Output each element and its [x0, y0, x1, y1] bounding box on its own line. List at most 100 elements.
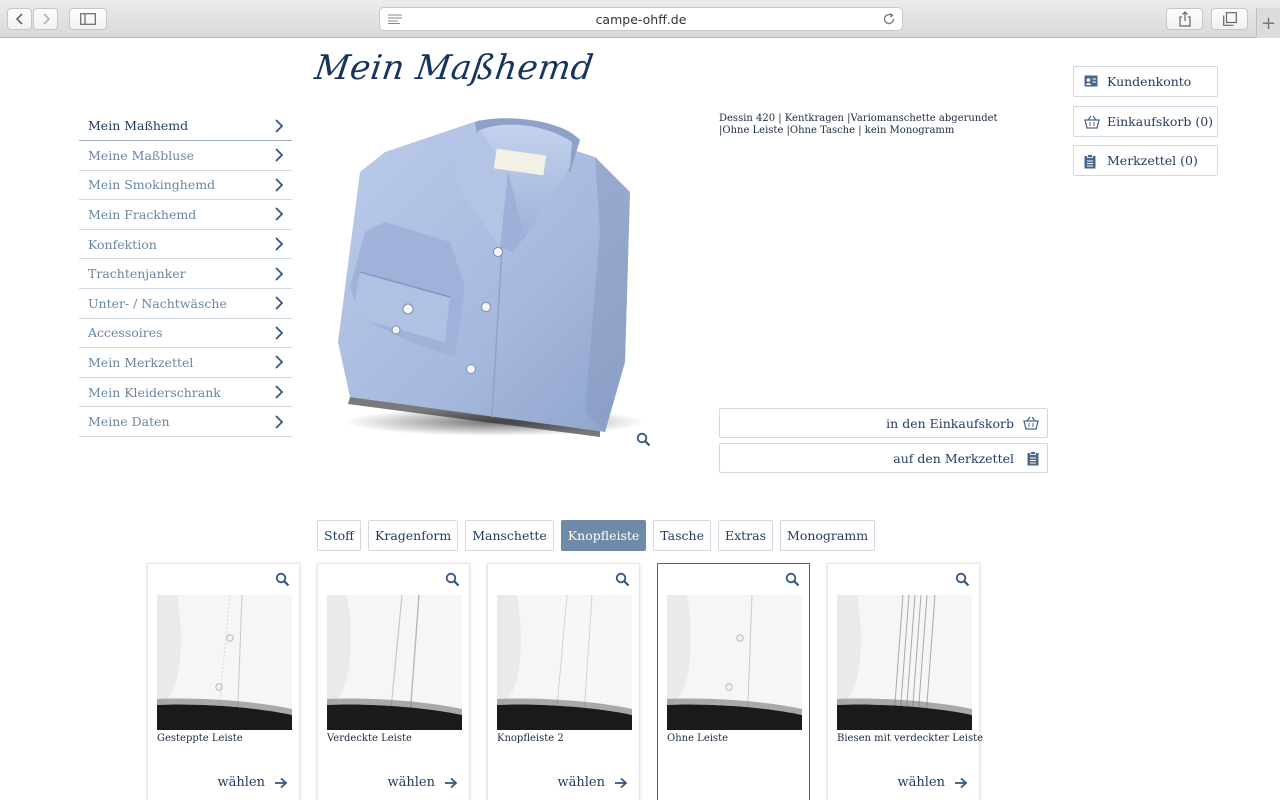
option-name: Verdeckte Leiste: [327, 733, 412, 744]
tab-stoff[interactable]: Stoff: [317, 520, 361, 551]
configurator-tabs: Stoff Kragenform Manschette Knopfleiste Tasc…: [317, 520, 876, 551]
option-card[interactable]: Gesteppte Leiste wählen: [147, 563, 300, 800]
magnifier-icon: [615, 572, 630, 587]
chevron-left-icon: [15, 13, 23, 25]
sidebar-item-label: Mein Frackhemd: [88, 206, 197, 222]
choose-label: wählen: [387, 775, 435, 790]
sidebar-item-label: Konfektion: [88, 236, 157, 252]
option-thumbnail: [837, 595, 972, 730]
chevron-right-icon: [275, 326, 284, 340]
forward-button[interactable]: [33, 8, 58, 30]
option-thumbnail: [327, 595, 462, 730]
clipboard-icon: [1027, 451, 1039, 466]
shirt-illustration: [338, 118, 645, 437]
add-to-wishlist-label: auf den Merkzettel: [893, 450, 1014, 466]
product-image[interactable]: [330, 112, 650, 442]
browser-toolbar: campe-ohff.de +: [0, 0, 1280, 38]
address-bar[interactable]: campe-ohff.de: [379, 7, 903, 31]
sidebar-item-label: Meine Daten: [88, 414, 170, 430]
wishlist-button[interactable]: Merkzettel (0): [1073, 145, 1218, 176]
sidebar-item[interactable]: Mein Frackhemd: [79, 200, 292, 230]
sidebar-item-label: Unter- / Nachtwäsche: [88, 295, 227, 311]
configuration-summary: Dessin 420 | Kentkragen |Variomanschette…: [719, 113, 998, 136]
reload-icon[interactable]: [882, 12, 896, 26]
tab-manschette[interactable]: Manschette: [465, 520, 554, 551]
option-zoom-button[interactable]: [955, 572, 970, 591]
sidebar-item[interactable]: Unter- / Nachtwäsche: [79, 289, 292, 319]
tab-monogramm[interactable]: Monogramm: [780, 520, 876, 551]
arrow-right-icon: [615, 777, 628, 788]
option-zoom-button[interactable]: [785, 572, 800, 591]
tabs-icon: [1222, 12, 1237, 26]
tab-tasche[interactable]: Tasche: [653, 520, 711, 551]
chevron-right-icon: [42, 13, 50, 25]
option-card[interactable]: Biesen mit verdeckter Leiste wählen: [827, 563, 983, 800]
sidebar-item-label: Mein Kleiderschrank: [88, 384, 221, 400]
option-card[interactable]: Verdeckte Leiste wählen: [317, 563, 470, 800]
chevron-right-icon: [275, 118, 284, 133]
choose-option-button[interactable]: wählen: [388, 775, 458, 790]
option-zoom-button[interactable]: [275, 572, 290, 591]
cart-button[interactable]: Einkaufskorb (0): [1073, 106, 1218, 137]
option-image: [327, 595, 462, 730]
chevron-right-icon: [275, 355, 284, 370]
chevron-right-icon: [275, 267, 284, 281]
option-zoom-button[interactable]: [445, 572, 460, 591]
sidebar-item[interactable]: Mein Maßhemd: [79, 111, 292, 141]
magnifier-icon: [636, 432, 651, 447]
sidebar-item-label: Mein Smokinghemd: [88, 177, 216, 193]
share-button[interactable]: [1166, 8, 1203, 30]
sidebar-item[interactable]: Mein Kleiderschrank: [79, 378, 292, 408]
add-to-cart-label: in den Einkaufskorb: [886, 415, 1014, 431]
option-image: [667, 595, 802, 730]
arrow-right-icon: [275, 777, 288, 788]
arrow-right-icon: [955, 777, 968, 788]
plus-icon: +: [1260, 12, 1277, 34]
sidebar-item[interactable]: Trachtenjanker: [79, 259, 292, 289]
option-zoom-button[interactable]: [615, 572, 630, 591]
option-name: Knopfleiste 2: [497, 733, 564, 744]
site-logo[interactable]: Mein Maßhemd: [312, 48, 596, 88]
option-image: [157, 595, 292, 730]
customer-account-label: Kundenkonto: [1107, 74, 1192, 89]
sidebar-item[interactable]: Meine Maßbluse: [79, 141, 292, 171]
tab-knopfleiste[interactable]: Knopfleiste: [560, 520, 647, 551]
add-to-cart-button[interactable]: in den Einkaufskorb: [719, 408, 1048, 438]
sidebar-item[interactable]: Accessoires: [79, 319, 292, 349]
choose-option-button[interactable]: wählen: [218, 775, 288, 790]
product-zoom-button[interactable]: [636, 432, 651, 451]
magnifier-icon: [445, 572, 460, 587]
new-tab-button[interactable]: +: [1256, 8, 1280, 38]
chevron-right-icon: [275, 178, 284, 192]
sidebar-item[interactable]: Meine Daten: [79, 407, 292, 437]
arrow-right-icon: [445, 777, 458, 788]
choose-label: wählen: [217, 775, 265, 790]
basket-icon: [1023, 416, 1039, 430]
back-button[interactable]: [7, 8, 32, 30]
sidebar-item[interactable]: Mein Merkzettel: [79, 348, 292, 378]
magnifier-icon: [955, 572, 970, 587]
tab-extras[interactable]: Extras: [717, 520, 774, 551]
chevron-right-icon: [275, 385, 284, 399]
account-card-icon: [1084, 75, 1098, 87]
option-image: [497, 595, 632, 730]
option-card[interactable]: Knopfleiste 2 wählen: [487, 563, 640, 800]
sidebar-nav: Mein Maßhemd Meine Maßbluse Mein Smokinghe…: [79, 111, 292, 437]
customer-account-button[interactable]: Kundenkonto: [1073, 66, 1218, 97]
option-thumbnail: [157, 595, 292, 730]
magnifier-icon: [275, 572, 290, 587]
cart-label: Einkaufskorb (0): [1107, 114, 1214, 129]
tab-kragenform[interactable]: Kragenform: [368, 520, 459, 551]
sidebar-item-label: Trachtenjanker: [88, 266, 186, 282]
magnifier-icon: [785, 572, 800, 587]
tabs-overview-button[interactable]: [1211, 8, 1248, 30]
sidebar-item[interactable]: Mein Smokinghemd: [79, 171, 292, 201]
option-card[interactable]: Ohne Leiste: [657, 563, 810, 800]
choose-option-button[interactable]: wählen: [558, 775, 628, 790]
chevron-right-icon: [275, 296, 284, 310]
option-name: Ohne Leiste: [667, 733, 729, 744]
sidebar-item[interactable]: Konfektion: [79, 230, 292, 260]
add-to-wishlist-button[interactable]: auf den Merkzettel: [719, 443, 1048, 473]
sidebar-toggle-button[interactable]: [69, 8, 107, 30]
choose-option-button[interactable]: wählen: [898, 775, 968, 790]
